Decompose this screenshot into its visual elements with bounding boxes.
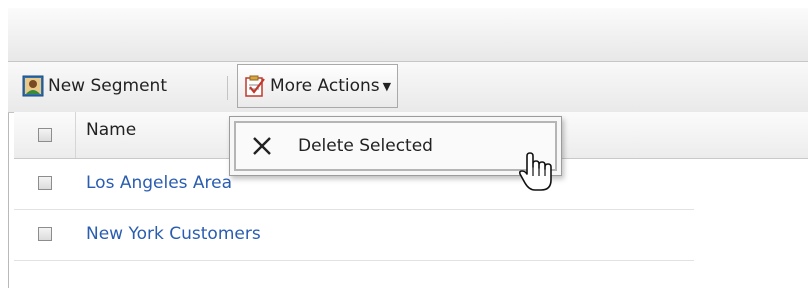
- segment-link[interactable]: Los Angeles Area: [86, 173, 232, 193]
- segment-link[interactable]: New York Customers: [86, 224, 261, 244]
- menu-item-delete-selected[interactable]: Delete Selected: [234, 121, 557, 171]
- more-actions-menu: Delete Selected: [229, 116, 562, 176]
- toolbar-separator: [227, 76, 228, 100]
- row-checkbox[interactable]: [38, 176, 52, 190]
- select-all-checkbox[interactable]: [38, 128, 52, 142]
- person-card-icon: [22, 75, 44, 97]
- new-segment-button[interactable]: New Segment: [22, 64, 167, 108]
- more-actions-label: More Actions: [270, 76, 380, 96]
- column-header-name[interactable]: Name: [86, 120, 136, 140]
- table-row: New York Customers: [14, 210, 694, 261]
- select-all-cell: [14, 112, 76, 158]
- checklist-icon: [244, 75, 266, 97]
- row-checkbox[interactable]: [38, 227, 52, 241]
- menu-item-label: Delete Selected: [298, 136, 433, 156]
- new-segment-label: New Segment: [48, 76, 167, 96]
- more-actions-button[interactable]: More Actions ▼: [237, 64, 399, 108]
- toolbar: New Segment More Actions ▼: [8, 62, 808, 113]
- hand-pointer-icon: [517, 152, 557, 194]
- chevron-down-icon: ▼: [382, 79, 392, 93]
- close-icon: [248, 132, 276, 160]
- title-bar: [8, 8, 808, 62]
